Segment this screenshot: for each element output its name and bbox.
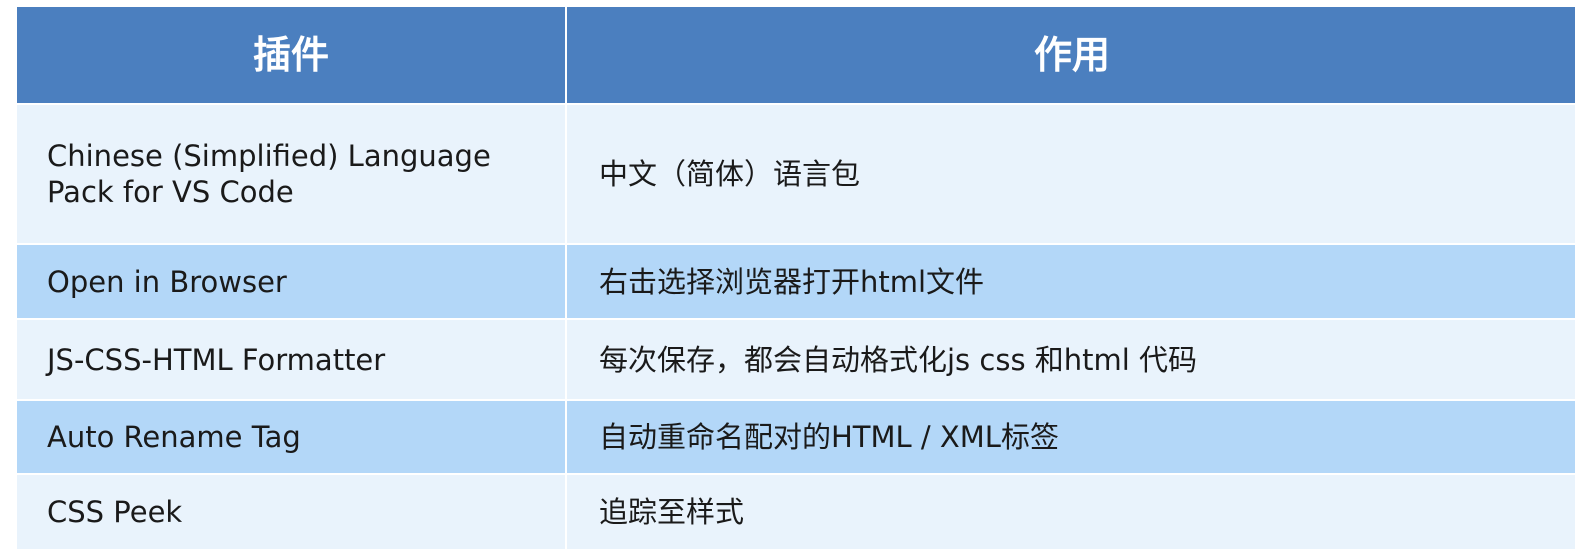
plugins-table: 插件 作用 Chinese (Simplified) Language Pack… <box>17 7 1575 549</box>
table-row-2-purpose: 右击选择浏览器打开html文件 <box>567 245 1575 318</box>
table-row-1-plugin: Chinese (Simplified) Language Pack for V… <box>17 105 565 243</box>
table-row-5-plugin: CSS Peek <box>17 475 565 549</box>
header-plugin: 插件 <box>17 7 565 103</box>
table-row-1-purpose: 中文（简体）语言包 <box>567 105 1575 243</box>
table-row-5-purpose: 追踪至样式 <box>567 475 1575 549</box>
table-row-3-purpose: 每次保存，都会自动格式化js css 和html 代码 <box>567 320 1575 399</box>
table-row-2-plugin: Open in Browser <box>17 245 565 318</box>
table-row-4-purpose: 自动重命名配对的HTML / XML标签 <box>567 401 1575 473</box>
table-row-4-plugin: Auto Rename Tag <box>17 401 565 473</box>
header-purpose: 作用 <box>567 7 1575 103</box>
table-row-3-plugin: JS-CSS-HTML Formatter <box>17 320 565 399</box>
